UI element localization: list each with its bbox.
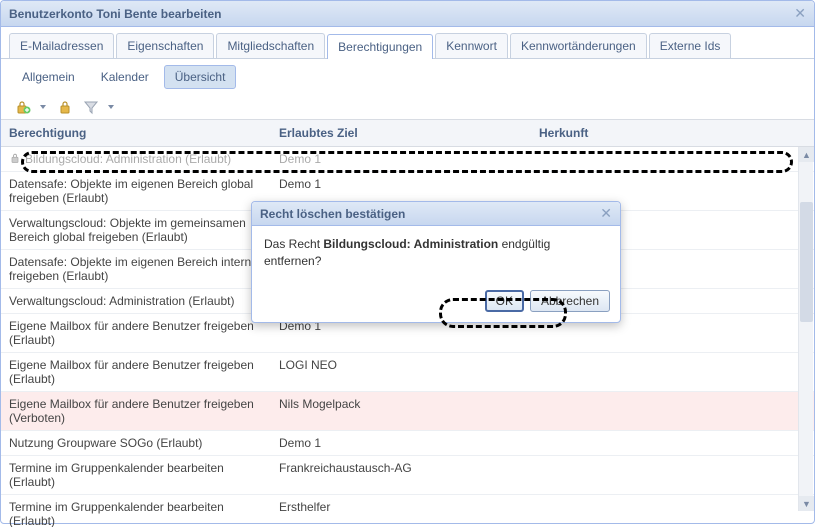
permissions-grid: Berechtigung Erlaubtes Ziel Herkunft Bil… bbox=[1, 119, 814, 527]
tab-permissions[interactable]: Berechtigungen bbox=[327, 34, 433, 59]
cell-permission: Bildungscloud: Administration (Erlaubt) bbox=[1, 147, 271, 171]
lock-icon[interactable] bbox=[57, 99, 73, 115]
filter-icon[interactable] bbox=[83, 99, 99, 115]
dialog-buttons: OK Abbrechen bbox=[252, 284, 620, 322]
close-icon[interactable]: ✕ bbox=[600, 205, 612, 222]
lock-icon bbox=[9, 152, 21, 164]
cell-origin bbox=[531, 147, 814, 171]
permission-text: Termine im Gruppenkalender bearbeiten (E… bbox=[9, 461, 263, 489]
subtab-overview[interactable]: Übersicht bbox=[164, 65, 237, 89]
toolbar bbox=[1, 95, 814, 119]
lock-add-icon[interactable] bbox=[15, 99, 31, 115]
table-row[interactable]: Eigene Mailbox für andere Benutzer freig… bbox=[1, 353, 814, 392]
table-row[interactable]: Termine im Gruppenkalender bearbeiten (E… bbox=[1, 456, 814, 495]
cell-target: Ersthelfer bbox=[271, 495, 531, 527]
col-target[interactable]: Erlaubtes Ziel bbox=[271, 120, 531, 146]
cell-target: Frankreichaustausch-AG bbox=[271, 456, 531, 494]
close-icon[interactable]: ✕ bbox=[794, 5, 806, 22]
cell-permission: Nutzung Groupware SOGo (Erlaubt) bbox=[1, 431, 271, 455]
cell-permission: Termine im Gruppenkalender bearbeiten (E… bbox=[1, 456, 271, 494]
table-row[interactable]: Termine im Gruppenkalender bearbeiten (E… bbox=[1, 495, 814, 527]
cell-permission: Verwaltungscloud: Objekte im gemeinsamen… bbox=[1, 211, 271, 249]
subtab-calendar[interactable]: Kalender bbox=[90, 65, 160, 89]
dialog-titlebar: Recht löschen bestätigen ✕ bbox=[252, 202, 620, 226]
permission-text: Nutzung Groupware SOGo (Erlaubt) bbox=[9, 436, 202, 450]
cell-permission: Datensafe: Objekte im eigenen Bereich gl… bbox=[1, 172, 271, 210]
dialog-body: Das Recht Bildungscloud: Administration … bbox=[252, 226, 620, 284]
tab-external-ids[interactable]: Externe Ids bbox=[649, 33, 732, 58]
permission-text: Eigene Mailbox für andere Benutzer freig… bbox=[9, 358, 263, 386]
cell-target: Demo 1 bbox=[271, 431, 531, 455]
tab-password-changes[interactable]: Kennwortänderungen bbox=[510, 33, 647, 58]
confirm-dialog: Recht löschen bestätigen ✕ Das Recht Bil… bbox=[251, 201, 621, 323]
chevron-down-icon[interactable] bbox=[107, 103, 115, 111]
cell-origin bbox=[531, 456, 814, 494]
window-title: Benutzerkonto Toni Bente bearbeiten bbox=[9, 7, 794, 21]
table-row[interactable]: Bildungscloud: Administration (Erlaubt) D… bbox=[1, 147, 814, 172]
titlebar: Benutzerkonto Toni Bente bearbeiten ✕ bbox=[1, 1, 814, 27]
cell-permission: Verwaltungscloud: Administration (Erlaub… bbox=[1, 289, 271, 313]
scroll-thumb[interactable] bbox=[800, 202, 813, 322]
cell-permission: Eigene Mailbox für andere Benutzer freig… bbox=[1, 314, 271, 352]
user-edit-window: Benutzerkonto Toni Bente bearbeiten ✕ E-… bbox=[0, 0, 815, 524]
permission-text: Verwaltungscloud: Administration (Erlaub… bbox=[9, 294, 234, 308]
table-row[interactable]: Nutzung Groupware SOGo (Erlaubt) Demo 1 bbox=[1, 431, 814, 456]
dialog-text-bold: Bildungscloud: Administration bbox=[323, 237, 498, 251]
permission-text: Datensafe: Objekte im eigenen Bereich gl… bbox=[9, 177, 263, 205]
permission-text: Eigene Mailbox für andere Benutzer freig… bbox=[9, 319, 263, 347]
cell-target: Nils Mogelpack bbox=[271, 392, 531, 430]
tab-email[interactable]: E-Mailadressen bbox=[9, 33, 114, 58]
cell-origin bbox=[531, 353, 814, 391]
tab-password[interactable]: Kennwort bbox=[435, 33, 508, 58]
main-tabs: E-Mailadressen Eigenschaften Mitgliedsch… bbox=[1, 27, 814, 59]
col-permission[interactable]: Berechtigung bbox=[1, 120, 271, 146]
permission-text: Datensafe: Objekte im eigenen Bereich in… bbox=[9, 255, 263, 283]
sub-tabs: Allgemein Kalender Übersicht bbox=[1, 59, 814, 95]
col-origin[interactable]: Herkunft bbox=[531, 120, 814, 146]
cell-origin bbox=[531, 431, 814, 455]
cell-permission: Eigene Mailbox für andere Benutzer freig… bbox=[1, 392, 271, 430]
subtab-general[interactable]: Allgemein bbox=[11, 65, 86, 89]
cell-origin bbox=[531, 392, 814, 430]
cell-permission: Datensafe: Objekte im eigenen Bereich in… bbox=[1, 250, 271, 288]
dialog-text-pre: Das Recht bbox=[264, 237, 323, 251]
tab-memberships[interactable]: Mitgliedschaften bbox=[216, 33, 325, 58]
permission-text: Eigene Mailbox für andere Benutzer freig… bbox=[9, 397, 263, 425]
permission-text: Bildungscloud: Administration (Erlaubt) bbox=[25, 152, 231, 166]
tab-properties[interactable]: Eigenschaften bbox=[116, 33, 214, 58]
scrollbar[interactable]: ▲ ▼ bbox=[798, 147, 813, 511]
scroll-up-icon[interactable]: ▲ bbox=[799, 147, 814, 162]
permission-text: Termine im Gruppenkalender bearbeiten (E… bbox=[9, 500, 263, 527]
cell-target: LOGI NEO bbox=[271, 353, 531, 391]
scroll-track[interactable] bbox=[799, 162, 813, 496]
dialog-title: Recht löschen bestätigen bbox=[260, 207, 600, 221]
scroll-down-icon[interactable]: ▼ bbox=[799, 496, 814, 511]
cell-target: Demo 1 bbox=[271, 147, 531, 171]
table-row[interactable]: Eigene Mailbox für andere Benutzer freig… bbox=[1, 392, 814, 431]
chevron-down-icon[interactable] bbox=[39, 103, 47, 111]
ok-button[interactable]: OK bbox=[485, 290, 524, 312]
grid-header: Berechtigung Erlaubtes Ziel Herkunft bbox=[1, 120, 814, 147]
cancel-button[interactable]: Abbrechen bbox=[530, 290, 610, 312]
permission-text: Verwaltungscloud: Objekte im gemeinsamen… bbox=[9, 216, 263, 244]
cell-permission: Termine im Gruppenkalender bearbeiten (E… bbox=[1, 495, 271, 527]
cell-origin bbox=[531, 495, 814, 527]
cell-permission: Eigene Mailbox für andere Benutzer freig… bbox=[1, 353, 271, 391]
